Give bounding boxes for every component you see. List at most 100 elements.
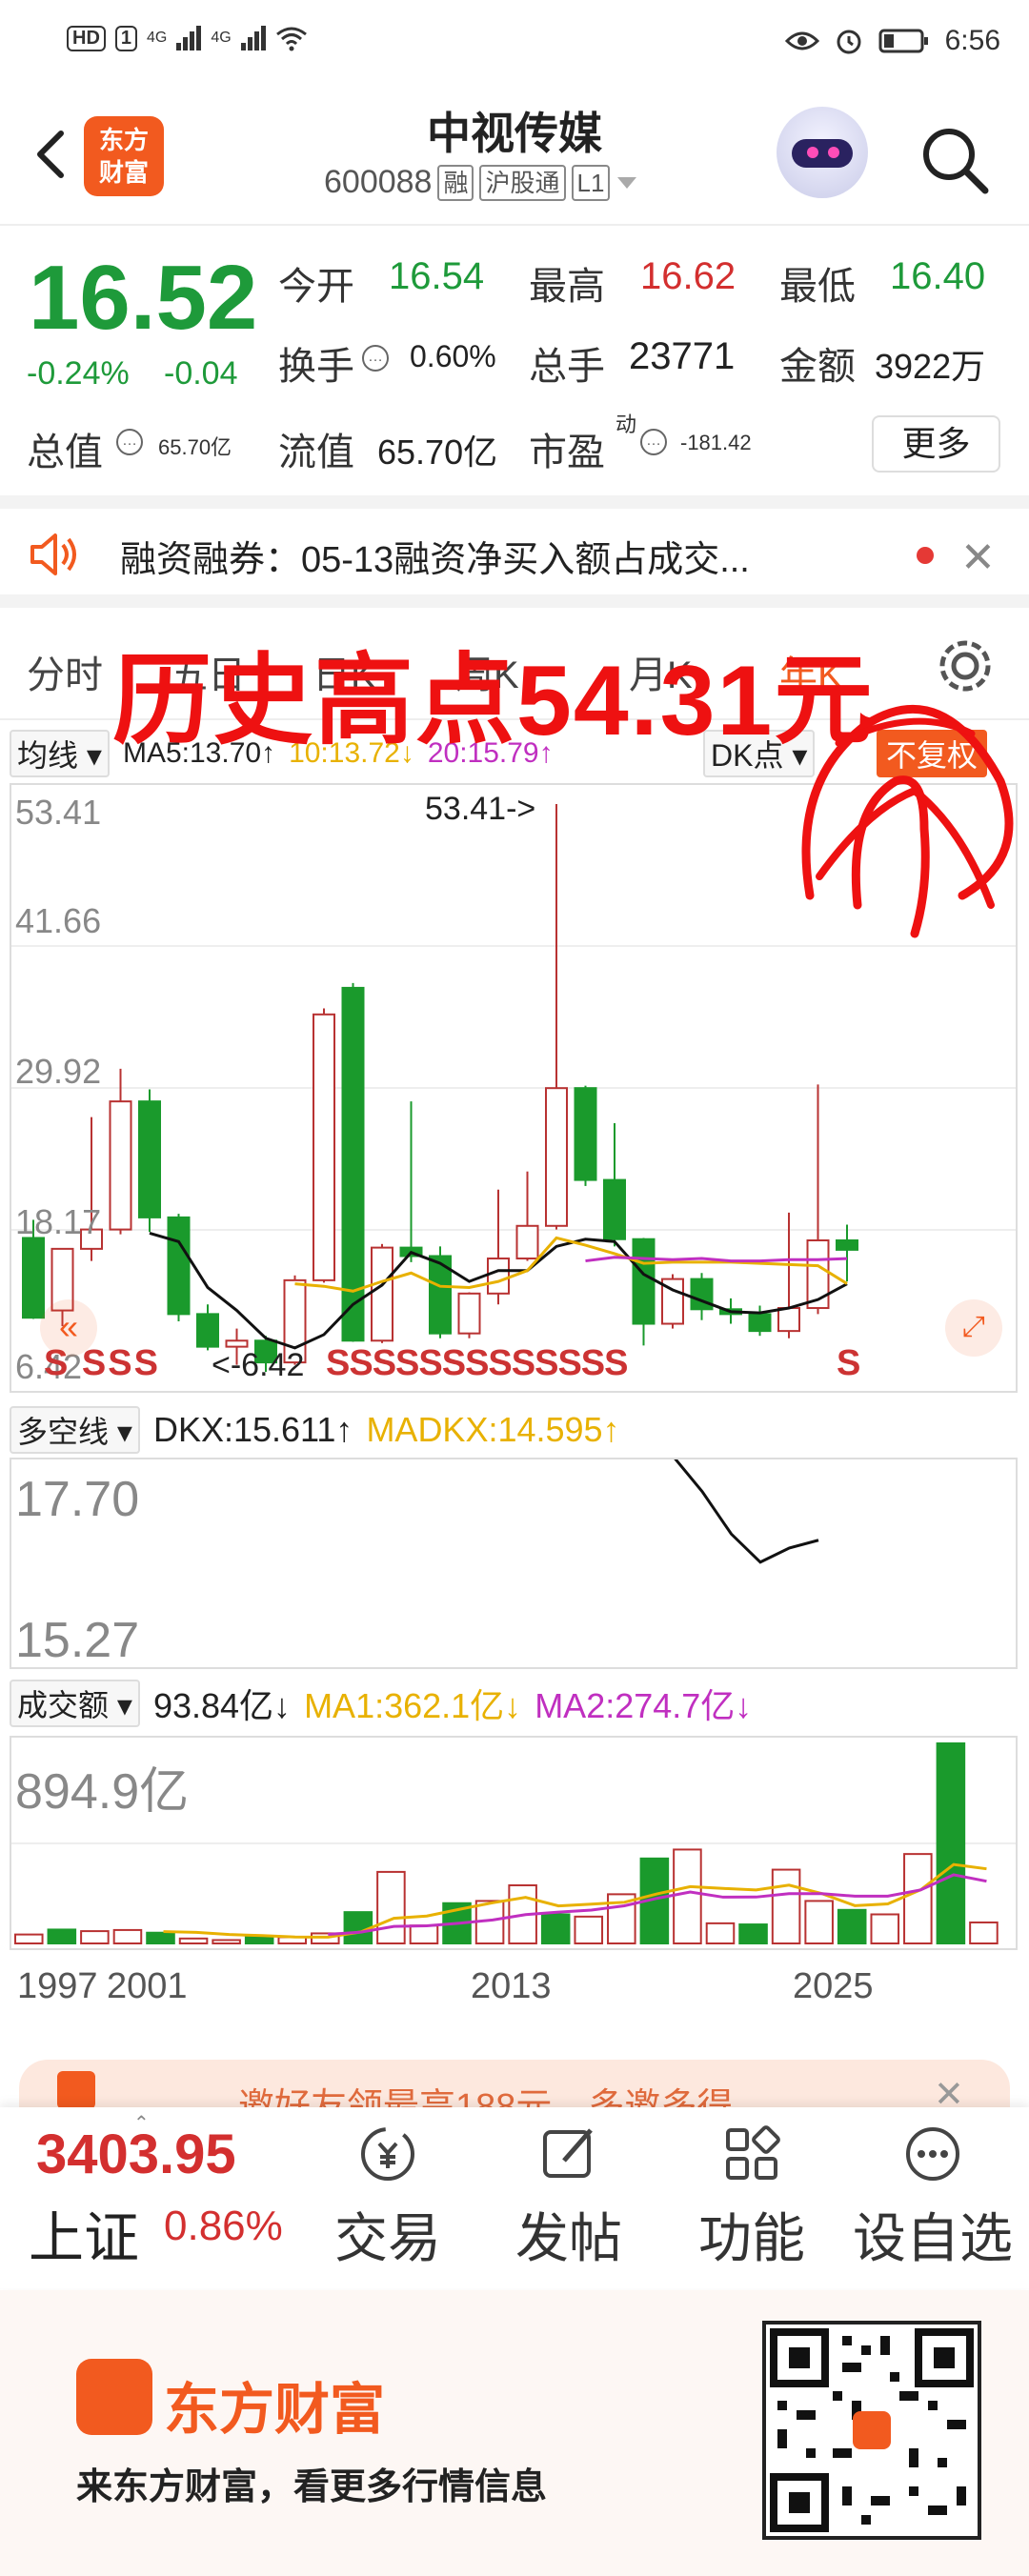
volume-chart[interactable]: 894.9亿: [10, 1736, 1018, 1950]
x-label-1997: 1997: [17, 1966, 98, 2006]
y-label-1: 53.41: [15, 793, 102, 832]
tag-level: L1: [571, 164, 611, 201]
pe-superscript: 动: [615, 413, 637, 436]
candle-body: [22, 1237, 45, 1319]
dkx-line: [556, 1429, 819, 1564]
qr-code: [762, 2321, 981, 2540]
index-name[interactable]: 上证: [29, 2193, 139, 2273]
search-icon[interactable]: [917, 122, 993, 198]
dkx-chart[interactable]: 17.70 15.27: [10, 1429, 1018, 1669]
candle-body: [545, 1087, 568, 1227]
volume-bar: [47, 1928, 77, 1944]
last-price: 16.52: [29, 247, 258, 349]
more-dots-icon: [906, 2127, 959, 2181]
trade-label: 交易: [334, 2208, 441, 2268]
index-value[interactable]: 3403.95: [36, 2123, 236, 2186]
change-percent: -0.24%: [27, 355, 130, 392]
volume-bar: [212, 1939, 241, 1945]
volume-bar: [870, 1913, 900, 1945]
dkx-y-bottom: 15.27: [15, 1613, 140, 1668]
candle-body: [836, 1239, 858, 1251]
signal-icon-2: [240, 26, 266, 50]
volume-ma1: MA1:362.1亿↓: [304, 1686, 522, 1725]
candle-body: [109, 1100, 132, 1231]
info-icon[interactable]: …: [116, 429, 143, 455]
sim-badge: 1: [114, 25, 138, 51]
low-value: 16.40: [890, 255, 986, 297]
scroll-left-icon[interactable]: «: [40, 1299, 97, 1357]
add-watchlist-button[interactable]: 设自选: [842, 2121, 1023, 2273]
bottom-bar: ⌃ 3403.95 上证 0.86% 交易 发帖 功能 设自选: [0, 2107, 1029, 2288]
edit-icon: [543, 2128, 593, 2178]
promo-banner[interactable]: 邀好友领最高188元，多邀多得 ✕: [19, 2060, 1010, 2113]
handwritten-scribble: [801, 704, 1014, 938]
signal-icon: [176, 26, 202, 50]
volume-bar: [804, 1900, 834, 1945]
info-icon[interactable]: …: [362, 345, 389, 372]
stock-code-row[interactable]: 600088 融 沪股通 L1: [324, 164, 638, 201]
volume-bar: [376, 1870, 406, 1944]
dkx-selector[interactable]: 多空线 ▾: [10, 1406, 140, 1454]
tab-intraday[interactable]: 分时: [27, 644, 103, 699]
dkx-y-top: 17.70: [15, 1472, 140, 1527]
ma-selector[interactable]: 均线 ▾: [10, 730, 110, 777]
volume-bar: [574, 1915, 604, 1944]
assistant-robot-icon[interactable]: [777, 107, 868, 198]
x-label-2025: 2025: [793, 1966, 874, 2006]
candle-body: [574, 1087, 597, 1181]
add-watchlist-label: 设自选: [853, 2208, 1013, 2268]
candle-body: [457, 1292, 481, 1335]
notice-bar[interactable]: 融资融券：05-13融资净买入额占成交... ✕: [0, 495, 1029, 608]
volume-selector[interactable]: 成交额 ▾: [10, 1680, 140, 1727]
annotation-text: 历史高点54.31元: [112, 646, 876, 756]
network-label-2: 4G: [211, 30, 232, 46]
close-icon[interactable]: ✕: [960, 533, 996, 582]
tag-margin: 融: [437, 164, 474, 201]
network-label-1: 4G: [147, 30, 168, 46]
amount-label: 金额: [779, 346, 856, 388]
info-icon[interactable]: …: [640, 429, 667, 455]
low-label: 最低: [779, 266, 856, 308]
volume-y-label: 894.9亿: [15, 1764, 190, 1820]
candle-body: [748, 1313, 772, 1333]
post-button[interactable]: 发帖: [478, 2121, 659, 2273]
volume-bar: [178, 1937, 209, 1945]
pe-label: 市盈: [529, 432, 605, 473]
high-value: 16.62: [640, 255, 736, 297]
turnover-label: 换手: [278, 346, 354, 388]
promo-icon: [57, 2071, 95, 2109]
candle-body: [515, 1224, 539, 1260]
trade-button[interactable]: 交易: [297, 2121, 478, 2273]
max-marker: 53.41->: [425, 791, 536, 827]
volume-bar: [969, 1921, 999, 1945]
volume-bar: [936, 1742, 966, 1944]
volume-bar: [146, 1931, 175, 1945]
volume-bar: [80, 1930, 110, 1945]
more-button[interactable]: 更多: [872, 415, 1000, 473]
candle-body: [313, 1013, 335, 1281]
dkx-svg: [556, 1429, 819, 1564]
clock: 6:56: [944, 25, 1000, 56]
market-cap-label: 总值: [27, 432, 103, 473]
dkx-value: DKX:15.611↑: [152, 1410, 353, 1449]
volume-bar: [244, 1935, 274, 1945]
y-label-3: 29.92: [15, 1052, 102, 1091]
candle-body: [806, 1239, 830, 1310]
market-cap-value: 65.70亿: [158, 435, 232, 459]
y-label-4: 18.17: [15, 1202, 102, 1241]
grid-icon: [726, 2125, 780, 2180]
float-cap-value: 65.70亿: [377, 433, 498, 472]
madkx-value: MADKX:14.595↑: [366, 1410, 620, 1449]
index-change[interactable]: 0.86%: [164, 2203, 283, 2250]
volume-bar: [771, 1868, 801, 1944]
post-label: 发帖: [515, 2208, 622, 2268]
dropdown-triangle-icon[interactable]: [615, 175, 638, 191]
quote-panel: 16.52 -0.24% -0.04 今开 16.54 最高 16.62 最低 …: [0, 227, 1029, 493]
candle-body: [603, 1178, 626, 1240]
battery-icon: [878, 29, 928, 53]
fullscreen-icon[interactable]: ⤢: [945, 1299, 1002, 1357]
function-button[interactable]: 功能: [661, 2121, 842, 2273]
open-label: 今开: [278, 266, 354, 308]
hd-badge: HD: [67, 25, 106, 51]
volume-bar: [112, 1928, 143, 1944]
